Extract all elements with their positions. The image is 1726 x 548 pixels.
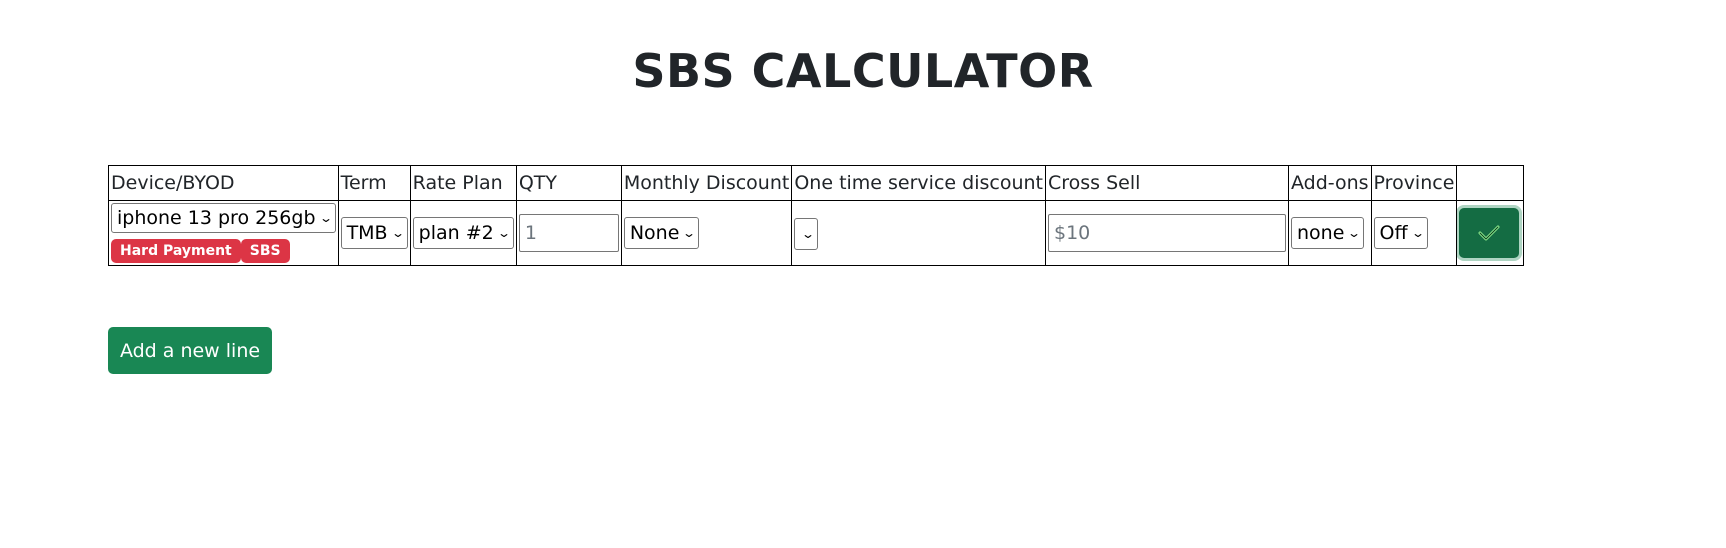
chevron-down-icon: ⌄ — [1347, 226, 1362, 240]
page-title: SBS CALCULATOR — [632, 44, 1094, 98]
rate-plan-select-value: plan #2 — [418, 222, 494, 244]
rate-plan-select[interactable]: plan #2 ⌄ — [412, 217, 514, 249]
addons-select[interactable]: none ⌄ — [1290, 217, 1365, 249]
header-addons: Add-ons — [1287, 165, 1372, 201]
chevron-down-icon: ⌄ — [496, 226, 511, 240]
province-cell: Off ⌄ — [1370, 200, 1458, 266]
sbs-badge: SBS — [240, 239, 290, 263]
device-cell: iphone 13 pro 256gb ⌄ Hard Payment SBS — [108, 200, 339, 266]
rate-plan-cell: plan #2 ⌄ — [409, 200, 517, 266]
hard-payment-badge: Hard Payment — [111, 239, 241, 263]
province-select-value: Off — [1379, 222, 1408, 244]
qty-input[interactable]: 1 — [518, 214, 619, 252]
add-new-line-button[interactable]: Add a new line — [108, 327, 272, 374]
monthly-discount-select[interactable]: None ⌄ — [623, 217, 700, 249]
addons-cell: none ⌄ — [1287, 200, 1372, 266]
term-select-value: TMB — [346, 222, 388, 244]
header-monthly-discount: Monthly Discount — [620, 165, 793, 201]
chevron-down-icon: ⌄ — [682, 226, 697, 240]
header-term: Term — [337, 165, 411, 201]
term-select[interactable]: TMB ⌄ — [340, 217, 408, 249]
device-select[interactable]: iphone 13 pro 256gb ⌄ — [111, 203, 336, 233]
province-select[interactable]: Off ⌄ — [1373, 217, 1428, 249]
table-header-row: Device/BYOD Term Rate Plan QTY Monthly D… — [108, 165, 1525, 201]
chevron-down-icon: ⌄ — [390, 226, 405, 240]
monthly-discount-select-value: None — [629, 222, 680, 244]
calculator-table: Device/BYOD Term Rate Plan QTY Monthly D… — [108, 165, 1525, 266]
actions-cell — [1456, 200, 1525, 266]
chevron-down-icon: ⌄ — [318, 211, 333, 225]
addons-select-value: none — [1296, 222, 1345, 244]
device-select-value: iphone 13 pro 256gb — [117, 207, 316, 229]
cross-sell-cell: $10 — [1044, 200, 1289, 266]
term-cell: TMB ⌄ — [337, 200, 411, 266]
qty-cell: 1 — [515, 200, 622, 266]
chevron-down-icon: ⌄ — [801, 226, 816, 241]
cross-sell-input[interactable]: $10 — [1047, 214, 1286, 252]
one-time-discount-select[interactable]: ⌄ — [794, 217, 819, 250]
header-one-time-discount: One time service discount — [791, 165, 1046, 201]
check-icon — [1478, 225, 1500, 241]
table-row: iphone 13 pro 256gb ⌄ Hard Payment SBS T… — [108, 200, 1525, 266]
header-province: Province — [1370, 165, 1458, 201]
one-time-discount-cell: ⌄ — [791, 200, 1046, 266]
monthly-discount-cell: None ⌄ — [620, 200, 793, 266]
confirm-button[interactable] — [1459, 208, 1520, 258]
header-cross-sell: Cross Sell — [1044, 165, 1289, 201]
header-rate-plan: Rate Plan — [409, 165, 517, 201]
header-qty: QTY — [515, 165, 622, 201]
badge-group: Hard Payment SBS — [111, 239, 336, 263]
header-actions — [1456, 165, 1525, 201]
chevron-down-icon: ⌄ — [1410, 226, 1425, 240]
header-device: Device/BYOD — [108, 165, 339, 201]
